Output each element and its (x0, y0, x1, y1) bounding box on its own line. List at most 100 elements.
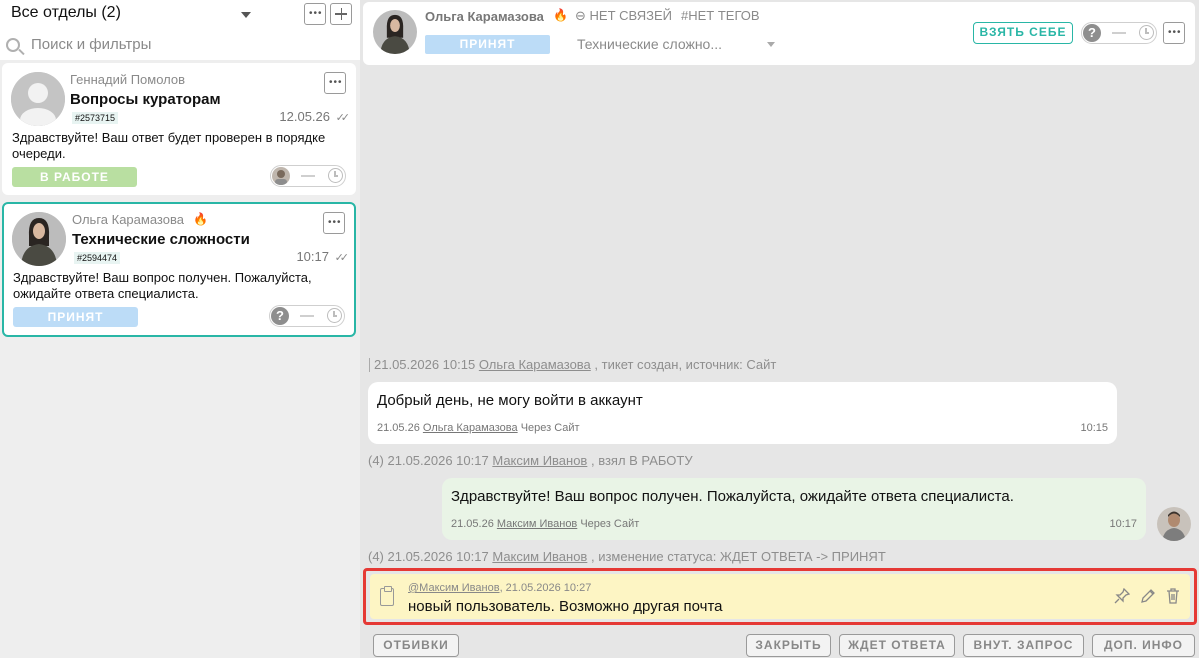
dots-icon: ••• (329, 77, 343, 88)
trash-icon[interactable] (1166, 588, 1180, 609)
unknown-assignee-icon: ? (271, 307, 289, 325)
close-ticket-button[interactable]: ЗАКРЫТЬ (746, 634, 831, 657)
divider (300, 315, 314, 317)
double-check-icon: ✓✓ (335, 112, 351, 124)
message-meta: 21.05.26 Ольга Карамазова Через Сайт (377, 422, 580, 434)
clipboard-icon (380, 586, 394, 606)
fire-icon: 🔥 (553, 8, 568, 22)
links-label: НЕТ СВЯЗЕЙ (589, 8, 673, 23)
pin-icon[interactable] (1114, 587, 1131, 609)
message-text: Здравствуйте! Ваш вопрос получен. Пожалу… (451, 488, 1014, 505)
department-header: Все отделы (2) ••• (0, 0, 360, 30)
search-input[interactable]: Поиск и фильтры (31, 36, 151, 53)
avatar (1157, 507, 1191, 541)
ticket-date: 10:17 (296, 249, 329, 264)
dots-icon: ••• (309, 8, 323, 19)
unknown-assignee-icon: ? (1083, 24, 1101, 42)
search-icon (6, 38, 20, 52)
event-date: 21.05.2026 10:15 (374, 357, 476, 372)
ticket-id: #2594474 (74, 252, 121, 264)
category-select[interactable]: Технические сложно... (577, 36, 722, 52)
chevron-down-icon[interactable] (767, 42, 775, 47)
ticket-id: #2573715 (72, 112, 119, 124)
event-date: (4) 21.05.2026 10:17 (368, 549, 489, 564)
ticket-card-selected[interactable]: Ольга Карамазова 🔥 Технические сложности… (2, 202, 356, 337)
assignee-toggle[interactable] (270, 165, 346, 187)
ticket-author: Геннадий Помолов (70, 72, 186, 87)
note-datetime: , 21.05.2026 10:27 (499, 582, 592, 594)
ticket-author: Ольга Карамазова (72, 212, 184, 227)
pencil-icon[interactable] (1140, 588, 1156, 609)
system-event: (4) 21.05.2026 10:17 Максим Иванов , изм… (368, 549, 886, 564)
user-link[interactable]: Максим Иванов (497, 518, 577, 530)
department-select[interactable]: Все отделы (2) (11, 4, 121, 22)
status-badge: ПРИНЯТ (13, 307, 138, 327)
chat-panel: Ольга Карамазова 🔥 ⊖ НЕТ СВЯЗЕЙ #НЕТ ТЕГ… (360, 0, 1199, 658)
user-link[interactable]: Максим Иванов (492, 453, 587, 468)
ticket-list-panel: Все отделы (2) ••• Поиск и фильтры Генна… (0, 0, 360, 658)
message-source: Через Сайт (580, 518, 640, 530)
internal-request-button[interactable]: ВНУТ. ЗАПРОС (963, 634, 1084, 657)
otbivki-button[interactable]: ОТБИВКИ (373, 634, 459, 657)
avatar (272, 167, 290, 185)
status-select[interactable]: ПРИНЯТ (425, 35, 550, 54)
ticket-subject: Технические сложности (72, 231, 250, 248)
link-icon: ⊖ (575, 8, 586, 23)
assignee-toggle[interactable]: ? (1081, 22, 1157, 44)
divider (369, 358, 370, 372)
ticket-date: 12.05.26 (279, 109, 330, 124)
internal-note-highlight: @Максим Иванов, 21.05.2026 10:27 новый п… (363, 568, 1197, 625)
clock-icon (327, 308, 342, 323)
message-time: 10:15 (1080, 422, 1108, 434)
internal-note: @Максим Иванов, 21.05.2026 10:27 новый п… (370, 574, 1190, 619)
add-ticket-button[interactable] (330, 3, 352, 25)
more-options-button[interactable]: ••• (304, 3, 326, 25)
ticket-header: Ольга Карамазова 🔥 ⊖ НЕТ СВЯЗЕЙ #НЕТ ТЕГ… (363, 2, 1195, 65)
event-date: (4) 21.05.2026 10:17 (368, 453, 489, 468)
assignee-toggle[interactable]: ? (269, 305, 345, 327)
message-meta: 21.05.26 Максим Иванов Через Сайт (451, 518, 639, 530)
links-button[interactable]: ⊖ НЕТ СВЯЗЕЙ (575, 8, 672, 24)
user-link[interactable]: Максим Иванов (492, 549, 587, 564)
note-meta: @Максим Иванов, 21.05.2026 10:27 (408, 582, 591, 594)
ticket-card[interactable]: Геннадий Помолов Вопросы кураторам #2573… (2, 63, 356, 195)
double-check-icon: ✓✓ (334, 252, 350, 264)
message-time: 10:17 (1109, 518, 1137, 530)
user-link[interactable]: Ольга Карамазова (479, 357, 591, 372)
message-date: 21.05.26 (451, 518, 494, 530)
dots-icon: ••• (328, 217, 342, 228)
client-message: Добрый день, не могу войти в аккаунт 21.… (368, 382, 1117, 444)
message-source: Через Сайт (520, 422, 580, 434)
divider (301, 175, 315, 177)
client-name[interactable]: Ольга Карамазова (425, 9, 544, 24)
tags-button[interactable]: #НЕТ ТЕГОВ (681, 8, 760, 23)
extra-info-button[interactable]: ДОП. ИНФО (1092, 634, 1195, 657)
more-options-button[interactable]: ••• (1163, 22, 1185, 44)
avatar (11, 72, 65, 126)
system-event: 21.05.2026 10:15 Ольга Карамазова , тике… (374, 357, 776, 372)
event-text: , взял В РАБОТУ (590, 453, 693, 468)
ticket-preview: Здравствуйте! Ваш вопрос получен. Пожалу… (13, 270, 312, 301)
ticket-preview: Здравствуйте! Ваш ответ будет проверен в… (12, 130, 326, 161)
mention-link[interactable]: @Максим Иванов (408, 582, 500, 594)
avatar (373, 10, 417, 54)
avatar (12, 212, 66, 266)
event-text: , изменение статуса: ЖДЕТ ОТВЕТА -> ПРИН… (590, 549, 886, 564)
message-date: 21.05.26 (377, 422, 420, 434)
ticket-more-button[interactable]: ••• (324, 72, 346, 94)
chevron-down-icon[interactable] (241, 12, 251, 18)
message-text: Добрый день, не могу войти в аккаунт (377, 392, 643, 409)
note-text: новый пользователь. Возможно другая почт… (408, 598, 723, 615)
dots-icon: ••• (1168, 27, 1182, 38)
take-ticket-button[interactable]: ВЗЯТЬ СЕБЕ (973, 22, 1073, 44)
clock-icon (328, 168, 343, 183)
user-link[interactable]: Ольга Карамазова (423, 422, 518, 434)
ticket-more-button[interactable]: ••• (323, 212, 345, 234)
event-text: , тикет создан, источник: Сайт (594, 357, 777, 372)
system-event: (4) 21.05.2026 10:17 Максим Иванов , взя… (368, 453, 693, 468)
status-badge: В РАБОТЕ (12, 167, 137, 187)
fire-icon: 🔥 (193, 212, 208, 226)
ticket-subject: Вопросы кураторам (70, 91, 221, 108)
waiting-button[interactable]: ЖДЕТ ОТВЕТА (839, 634, 955, 657)
agent-message: Здравствуйте! Ваш вопрос получен. Пожалу… (442, 478, 1146, 540)
